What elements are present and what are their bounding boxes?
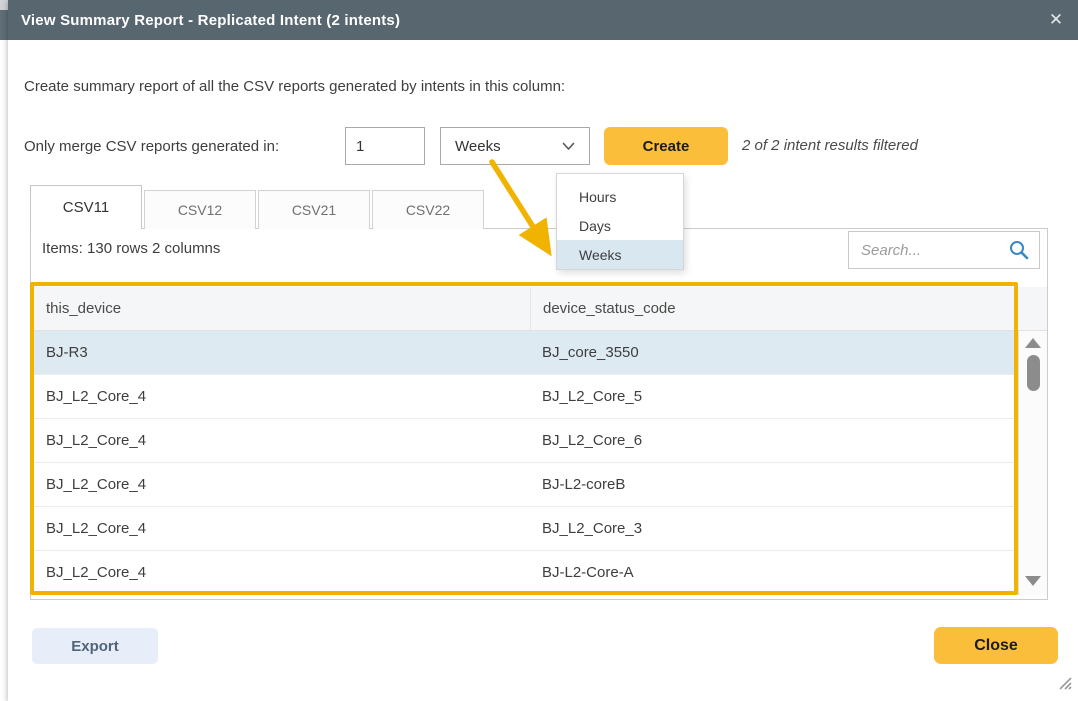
table-row[interactable]: BJ_L2_Core_4BJ_L2_Core_5 (34, 375, 1014, 419)
dropdown-option-weeks[interactable]: Weeks (557, 240, 683, 269)
dropdown-option-hours[interactable]: Hours (557, 182, 683, 211)
chevron-down-icon (562, 142, 575, 151)
intro-text: Create summary report of all the CSV rep… (24, 78, 565, 95)
cell-this-device: BJ_L2_Core_4 (34, 375, 530, 418)
table-scrollbar[interactable] (1018, 331, 1047, 595)
page-background-edge (0, 0, 8, 10)
cell-device-status-code: BJ_L2_Core_3 (530, 507, 1014, 550)
cell-this-device: BJ_L2_Core_4 (34, 419, 530, 462)
cell-device-status-code: BJ-L2-Core-A (530, 551, 1014, 594)
close-icon[interactable]: ✕ (1034, 0, 1078, 40)
dialog-titlebar: View Summary Report - Replicated Intent … (8, 0, 1078, 40)
scroll-down-icon[interactable] (1025, 576, 1041, 586)
cell-this-device: BJ_L2_Core_4 (34, 463, 530, 506)
merge-period-label: Only merge CSV reports generated in: (24, 138, 279, 155)
results-table: this_devicedevice_status_code BJ-R3BJ_co… (34, 287, 1014, 595)
summary-report-dialog: View Summary Report - Replicated Intent … (8, 0, 1078, 701)
column-header-this_device[interactable]: this_device (34, 287, 530, 330)
table-row[interactable]: BJ_L2_Core_4BJ_L2_Core_3 (34, 507, 1014, 551)
unit-dropdown-panel: HoursDaysWeeks (556, 173, 684, 270)
table-body: BJ-R3BJ_core_3550BJ_L2_Core_4BJ_L2_Core_… (34, 331, 1014, 595)
table-header-extension (1014, 287, 1047, 331)
tab-csv12[interactable]: CSV12 (144, 190, 256, 229)
export-button[interactable]: Export (32, 628, 158, 664)
table-row[interactable]: BJ_L2_Core_4BJ-L2-Core-A (34, 551, 1014, 595)
cell-this-device: BJ_L2_Core_4 (34, 551, 530, 594)
items-summary: Items: 130 rows 2 columns (42, 240, 220, 257)
column-header-device_status_code[interactable]: device_status_code (530, 287, 1014, 330)
table-header-row: this_devicedevice_status_code (34, 287, 1014, 331)
tab-csv22[interactable]: CSV22 (372, 190, 484, 229)
scrollbar-thumb[interactable] (1027, 355, 1040, 391)
page-background-edge-dark (0, 10, 8, 40)
dialog-title: View Summary Report - Replicated Intent … (8, 12, 400, 29)
close-button[interactable]: Close (934, 627, 1058, 664)
tab-csv11[interactable]: CSV11 (30, 185, 142, 229)
cell-this-device: BJ-R3 (34, 331, 530, 374)
tab-strip: CSV11CSV12CSV21CSV22 (30, 185, 486, 229)
search-box (848, 231, 1040, 269)
tab-csv21[interactable]: CSV21 (258, 190, 370, 229)
merge-count-input[interactable] (345, 127, 425, 165)
cell-device-status-code: BJ_core_3550 (530, 331, 1014, 374)
dropdown-option-days[interactable]: Days (557, 211, 683, 240)
cell-device-status-code: BJ_L2_Core_5 (530, 375, 1014, 418)
cell-this-device: BJ_L2_Core_4 (34, 507, 530, 550)
unit-select[interactable]: Weeks (440, 127, 590, 165)
table-row[interactable]: BJ_L2_Core_4BJ-L2-coreB (34, 463, 1014, 507)
search-icon[interactable] (1008, 239, 1030, 261)
cell-device-status-code: BJ_L2_Core_6 (530, 419, 1014, 462)
unit-select-value: Weeks (455, 138, 501, 155)
table-row[interactable]: BJ-R3BJ_core_3550 (34, 331, 1014, 375)
cell-device-status-code: BJ-L2-coreB (530, 463, 1014, 506)
resize-grip-icon[interactable] (1056, 674, 1072, 695)
scroll-up-icon[interactable] (1025, 338, 1041, 348)
create-button[interactable]: Create (604, 127, 728, 165)
table-row[interactable]: BJ_L2_Core_4BJ_L2_Core_6 (34, 419, 1014, 463)
search-input[interactable] (849, 242, 1008, 259)
filter-results-note: 2 of 2 intent results filtered (742, 137, 918, 154)
